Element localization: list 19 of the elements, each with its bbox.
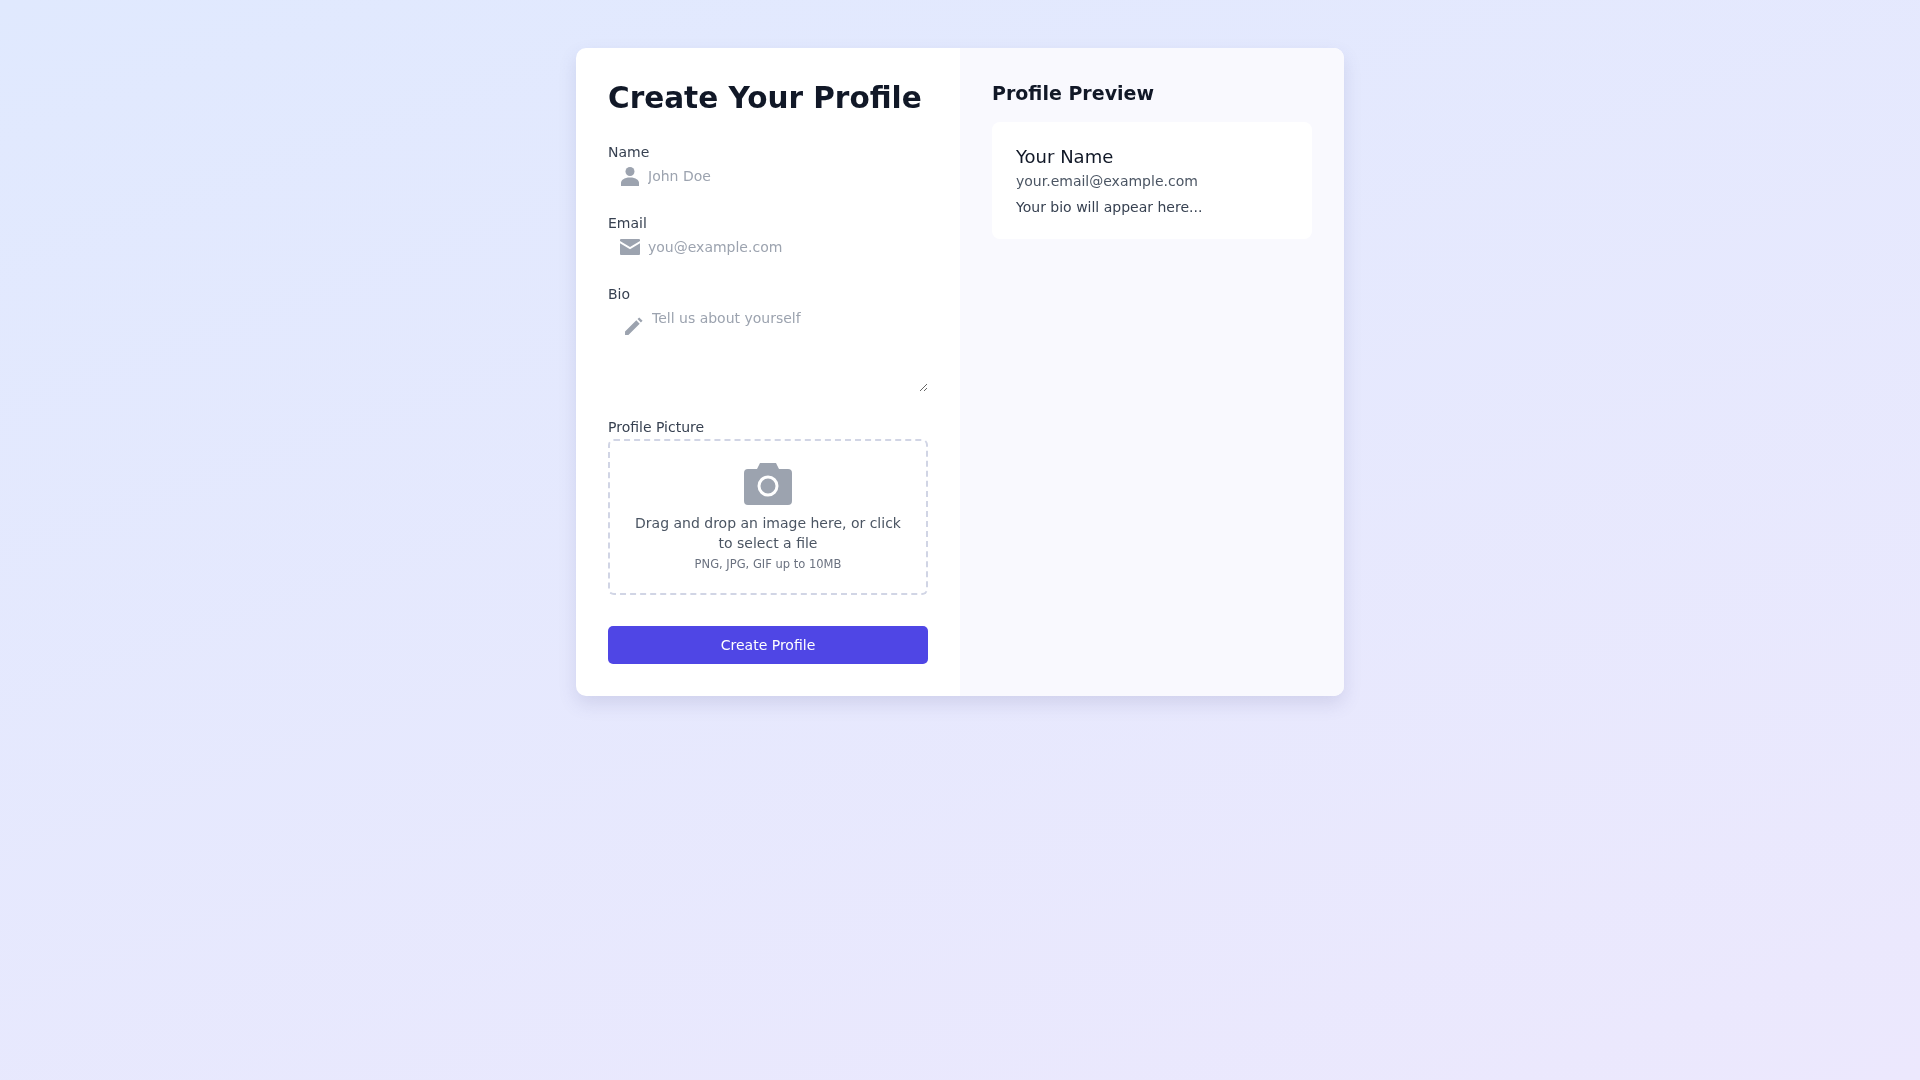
upload-dropzone[interactable]: Drag and drop an image here, or click to select a file PNG, JPG, GIF up to 10MB	[608, 439, 928, 595]
preview-title: Profile Preview	[992, 82, 1155, 104]
envelope-icon	[620, 239, 640, 255]
upload-instruction: Drag and drop an image here, or click to select a file	[634, 514, 902, 553]
field-label: Name	[608, 144, 650, 160]
person-icon	[620, 166, 640, 186]
email-field[interactable]: you@example.com	[648, 235, 928, 259]
create-profile-button[interactable]: Create Profile	[608, 626, 928, 664]
preview-email: your.email@example.com	[1016, 173, 1199, 189]
upload-hint: PNG, JPG, GIF up to 10MB	[694, 557, 842, 571]
bio-field[interactable]: Tell us about yourself	[652, 306, 928, 392]
field-label: Bio	[608, 286, 631, 302]
name-field[interactable]: John Doe	[648, 164, 928, 188]
field-label: Email	[608, 215, 647, 231]
camera-icon	[744, 463, 792, 505]
field-label: Profile Picture	[608, 419, 705, 435]
preview-bio: Your bio will appear here...	[1016, 199, 1204, 215]
form-title: Create Your Profile	[608, 80, 923, 117]
preview-name: Your Name	[1016, 146, 1115, 167]
